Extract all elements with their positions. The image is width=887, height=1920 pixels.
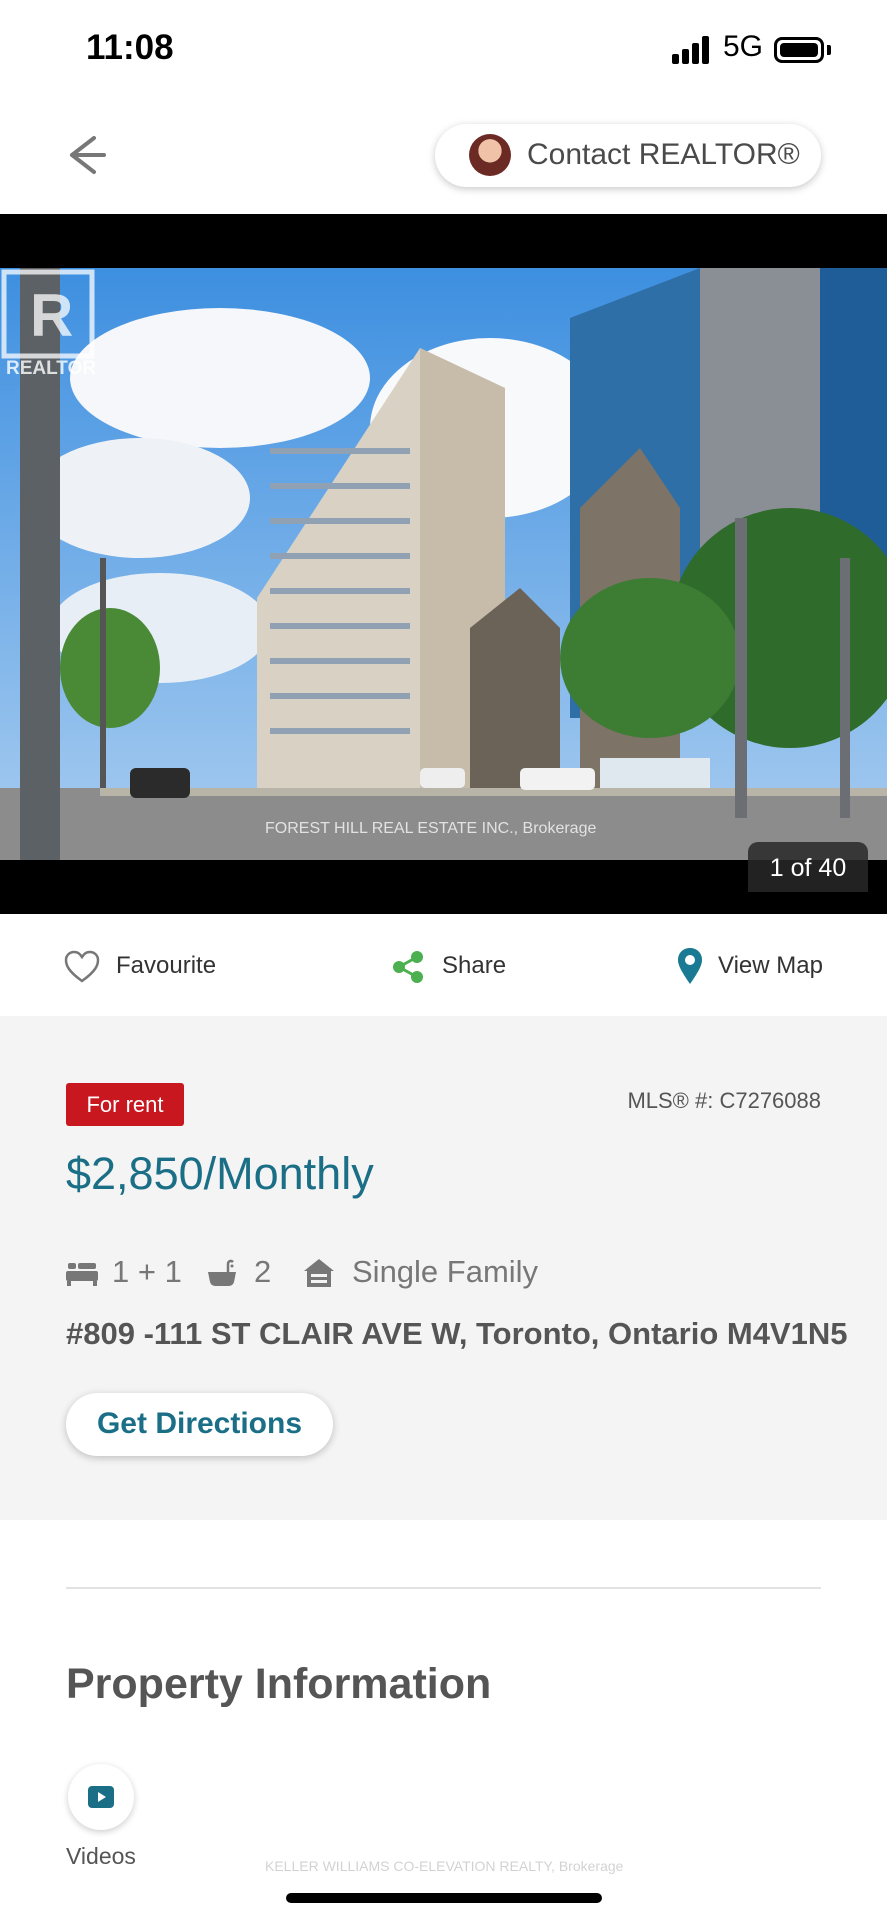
realtor-logo-text: REALTOR [6, 358, 97, 379]
contact-realtor-label: Contact REALTOR® [527, 138, 800, 171]
status-time: 11:08 [86, 28, 174, 67]
map-pin-icon [678, 948, 702, 984]
network-type: 5G [723, 30, 764, 63]
favourite-label: Favourite [116, 952, 217, 979]
section-divider [66, 1587, 821, 1589]
home-indicator[interactable] [286, 1893, 602, 1903]
photo-counter: 1 of 40 [748, 842, 868, 892]
favourite-button[interactable]: Favourite [64, 946, 234, 986]
heart-icon [64, 950, 100, 983]
battery-icon [774, 37, 824, 63]
property-information-title: Property Information [66, 1660, 492, 1708]
bathrooms-count: 2 [254, 1254, 272, 1289]
footer-brokerage-watermark: KELLER WILLIAMS CO-ELEVATION REALTY, Bro… [265, 1858, 624, 1874]
videos-button[interactable] [68, 1764, 134, 1830]
listing-photo[interactable]: R REALTOR FOREST HILL REAL ESTATE INC., … [0, 268, 887, 860]
back-button[interactable] [60, 132, 110, 178]
signal-icon [672, 36, 710, 64]
svg-text:R: R [30, 282, 73, 349]
realtor-avatar [469, 134, 511, 176]
listing-address: #809 -111 ST CLAIR AVE W, Toronto, Ontar… [66, 1316, 848, 1351]
listing-price: $2,850/Monthly [66, 1148, 374, 1199]
listing-details: For rent MLS® #: C7276088 $2,850/Monthly… [0, 1016, 887, 1520]
share-label: Share [442, 952, 507, 979]
contact-realtor-button[interactable]: Contact REALTOR® [435, 124, 821, 187]
bed-icon [66, 1263, 98, 1286]
property-type: Single Family [352, 1254, 539, 1289]
share-icon [393, 951, 423, 983]
status-badge: For rent [66, 1083, 184, 1126]
videos-label: Videos [66, 1843, 136, 1869]
get-directions-button[interactable]: Get Directions [66, 1393, 333, 1456]
view-map-label: View Map [718, 952, 823, 979]
back-arrow-icon [70, 136, 106, 174]
share-button[interactable]: Share [390, 946, 520, 986]
bath-icon [208, 1259, 236, 1286]
mls-number: MLS® #: C7276088 [627, 1088, 821, 1113]
battery-tip [827, 45, 831, 55]
status-bar: 11:08 5G [0, 0, 887, 100]
video-play-icon [88, 1786, 114, 1808]
listing-photo-image: R [0, 268, 887, 860]
get-directions-label: Get Directions [96, 1407, 303, 1440]
view-map-button[interactable]: View Map [676, 946, 826, 986]
house-icon [304, 1259, 334, 1287]
photo-watermark: FOREST HILL REAL ESTATE INC., Brokerage [265, 820, 597, 837]
bedrooms-count: 1 + 1 [112, 1254, 182, 1289]
